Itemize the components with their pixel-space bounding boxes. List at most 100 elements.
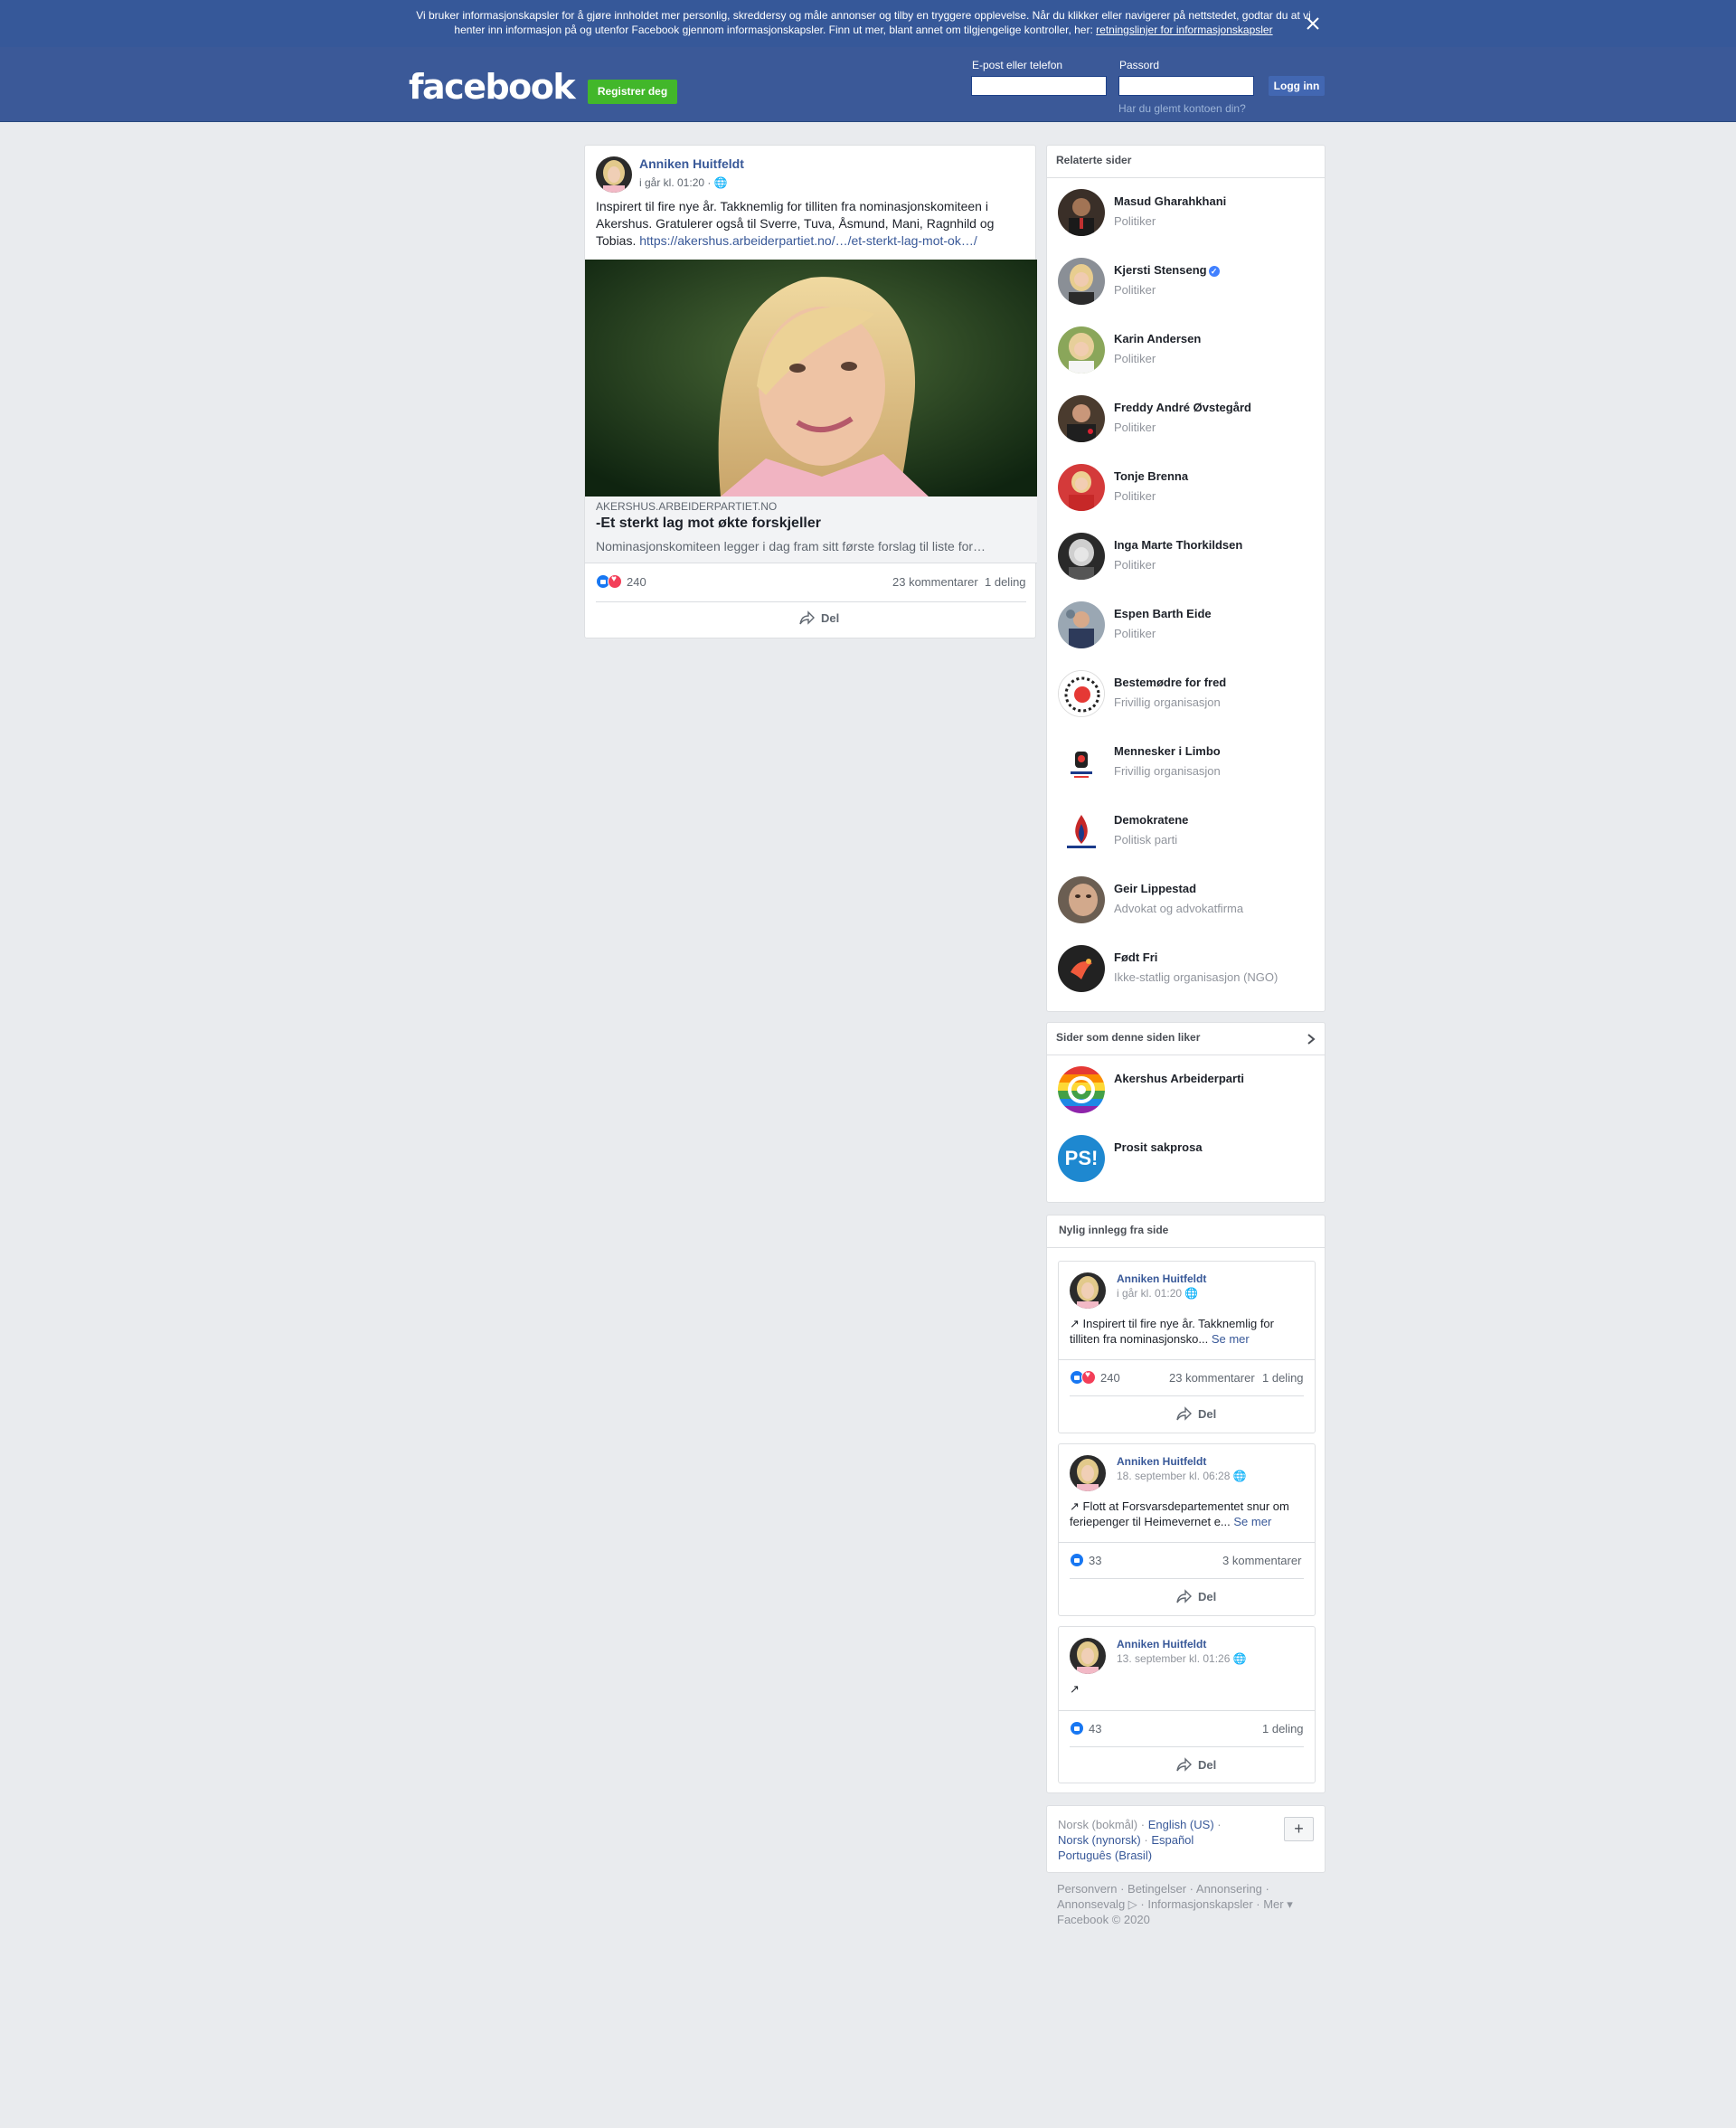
comments-count[interactable]: 23 kommentarer xyxy=(892,575,978,589)
page-avatar[interactable] xyxy=(1058,395,1105,442)
related-page-item[interactable]: Tonje Brenna Politiker xyxy=(1047,464,1326,533)
page-name[interactable]: Prosit sakprosa xyxy=(1114,1140,1203,1154)
language-link[interactable]: Norsk (nynorsk) xyxy=(1058,1833,1141,1847)
top-bar: facebook Registrer deg E-post eller tele… xyxy=(0,47,1736,122)
related-page-item[interactable]: Karin Andersen Politiker xyxy=(1047,326,1326,395)
reactions-summary[interactable]: 240 xyxy=(1070,1370,1120,1385)
share-icon xyxy=(799,610,815,625)
post-author-link[interactable]: Anniken Huitfeldt xyxy=(639,156,744,171)
page-name[interactable]: Karin Andersen xyxy=(1114,332,1201,345)
page-avatar[interactable] xyxy=(1058,464,1105,511)
related-page-item[interactable]: Inga Marte Thorkildsen Politiker xyxy=(1047,533,1326,601)
page-avatar[interactable]: PS! xyxy=(1058,1135,1105,1182)
liked-page-item[interactable]: PS! Prosit sakprosa xyxy=(1047,1135,1326,1204)
footer-line[interactable]: Annonsevalg ▷ · Informasjonskapsler · Me… xyxy=(1057,1896,1328,1912)
page-avatar[interactable] xyxy=(1058,601,1105,648)
post-author-link[interactable]: Anniken Huitfeldt xyxy=(1117,1272,1206,1285)
logo-text: PS! xyxy=(1064,1147,1099,1169)
like-reaction-icon xyxy=(1070,1553,1084,1567)
author-avatar[interactable] xyxy=(1070,1455,1106,1491)
forgot-account-link[interactable]: Har du glemt kontoen din? xyxy=(1118,102,1246,115)
page-avatar[interactable] xyxy=(1058,808,1105,855)
liked-page-item[interactable]: Akershus Arbeiderparti xyxy=(1047,1066,1326,1135)
related-page-item[interactable]: Kjersti Stenseng ✓ Politiker xyxy=(1047,258,1326,326)
related-page-item[interactable]: Freddy André Øvstegård Politiker xyxy=(1047,395,1326,464)
comments-count[interactable]: 23 kommentarer xyxy=(1169,1371,1255,1385)
page-name[interactable]: Freddy André Øvstegård xyxy=(1114,401,1251,414)
page-avatar[interactable] xyxy=(1058,739,1105,786)
page-name[interactable]: Espen Barth Eide xyxy=(1114,607,1212,620)
share-button[interactable]: Del xyxy=(1176,1406,1216,1421)
link-preview-image[interactable] xyxy=(585,260,1037,497)
post-author-link[interactable]: Anniken Huitfeldt xyxy=(1117,1455,1206,1468)
footer-line[interactable]: Personvern · Betingelser · Annonsering · xyxy=(1057,1881,1328,1896)
password-field[interactable] xyxy=(1118,76,1254,96)
share-button[interactable]: Del xyxy=(1176,1589,1216,1603)
page-avatar[interactable] xyxy=(1058,326,1105,374)
see-more-link[interactable]: Se mer xyxy=(1212,1332,1250,1346)
page-avatar[interactable] xyxy=(1058,945,1105,992)
related-page-item[interactable]: Født Fri Ikke-statlig organisasjon (NGO) xyxy=(1047,945,1326,1014)
reactions-summary[interactable]: 240 xyxy=(596,574,646,589)
related-page-item[interactable]: Espen Barth Eide Politiker xyxy=(1047,601,1326,670)
register-button[interactable]: Registrer deg xyxy=(588,80,677,104)
author-avatar[interactable] xyxy=(1070,1638,1106,1674)
close-icon[interactable] xyxy=(1302,13,1324,34)
language-link[interactable]: English (US) xyxy=(1148,1818,1214,1831)
page-name[interactable]: Mennesker i Limbo xyxy=(1114,744,1221,758)
page-name[interactable]: Masud Gharahkhani xyxy=(1114,194,1226,208)
page-name[interactable]: Akershus Arbeiderparti xyxy=(1114,1072,1244,1085)
link-preview[interactable]: AKERSHUS.ARBEIDERPARTIET.NO -Et sterkt l… xyxy=(585,497,1037,563)
page-avatar[interactable] xyxy=(1058,533,1105,580)
footer-links: Personvern · Betingelser · Annonsering ·… xyxy=(1057,1881,1328,1927)
page-avatar[interactable] xyxy=(1058,189,1105,236)
globe-icon: 🌐 xyxy=(1184,1287,1199,1300)
reactions-summary[interactable]: 43 xyxy=(1070,1721,1101,1736)
related-page-item[interactable]: Geir Lippestad Advokat og advokatfirma xyxy=(1047,876,1326,945)
page-name[interactable]: Kjersti Stenseng ✓ xyxy=(1114,263,1220,277)
post-timestamp[interactable]: i går kl. 01:20 · 🌐 xyxy=(639,176,728,189)
page-avatar[interactable] xyxy=(1058,876,1105,923)
comments-count[interactable]: 3 kommentarer xyxy=(1222,1554,1301,1567)
page-avatar[interactable] xyxy=(1058,1066,1105,1113)
more-languages-button[interactable]: + xyxy=(1284,1817,1314,1841)
see-more-link[interactable]: Se mer xyxy=(1233,1515,1271,1528)
liked-pages-title[interactable]: Sider som denne siden liker xyxy=(1047,1023,1325,1055)
related-page-item[interactable]: Masud Gharahkhani Politiker xyxy=(1047,189,1326,258)
email-label: E-post eller telefon xyxy=(972,59,1063,71)
page-name[interactable]: Født Fri xyxy=(1114,951,1157,964)
author-avatar[interactable] xyxy=(596,156,632,193)
shares-count[interactable]: 1 deling xyxy=(1262,1371,1304,1385)
post-timestamp[interactable]: i går kl. 01:20 🌐 xyxy=(1117,1287,1198,1300)
page-avatar[interactable] xyxy=(1058,258,1105,305)
post-text: Inspirert til fire nye år. Takknemlig fo… xyxy=(596,199,995,248)
link-title[interactable]: -Et sterkt lag mot økte forskjeller xyxy=(596,515,821,532)
login-button[interactable]: Logg inn xyxy=(1269,76,1325,96)
related-page-item[interactable]: Demokratene Politisk parti xyxy=(1047,808,1326,876)
post-url-link[interactable]: https://akershus.arbeiderpartiet.no/…/et… xyxy=(639,233,976,248)
related-page-item[interactable]: Mennesker i Limbo Frivillig organisasjon xyxy=(1047,739,1326,808)
share-icon xyxy=(1176,1406,1192,1421)
post-timestamp[interactable]: 18. september kl. 06:28 🌐 xyxy=(1117,1470,1247,1482)
post-timestamp[interactable]: 13. september kl. 01:26 🌐 xyxy=(1117,1652,1247,1665)
share-button[interactable]: Del xyxy=(1176,1757,1216,1772)
page-name[interactable]: Geir Lippestad xyxy=(1114,882,1196,895)
author-avatar[interactable] xyxy=(1070,1272,1106,1309)
share-button[interactable]: Del xyxy=(799,610,839,625)
facebook-logo[interactable]: facebook xyxy=(409,67,576,107)
page-name[interactable]: Demokratene xyxy=(1114,813,1188,827)
page-name[interactable]: Bestemødre for fred xyxy=(1114,676,1226,689)
page-avatar[interactable] xyxy=(1058,670,1105,717)
shares-count[interactable]: 1 deling xyxy=(985,575,1026,589)
related-page-item[interactable]: Bestemødre for fred Frivillig organisasj… xyxy=(1047,670,1326,739)
page-name[interactable]: Inga Marte Thorkildsen xyxy=(1114,538,1242,552)
language-link[interactable]: Português (Brasil) xyxy=(1058,1849,1152,1862)
reactions-summary[interactable]: 33 xyxy=(1070,1553,1101,1567)
cookie-policy-link[interactable]: retningslinjer for informasjonskapsler xyxy=(1096,24,1272,36)
post-author-link[interactable]: Anniken Huitfeldt xyxy=(1117,1638,1206,1650)
email-field[interactable] xyxy=(971,76,1107,96)
language-link[interactable]: Español xyxy=(1151,1833,1194,1847)
shares-count[interactable]: 1 deling xyxy=(1262,1722,1304,1736)
chevron-right-icon[interactable] xyxy=(1307,1034,1316,1045)
page-name[interactable]: Tonje Brenna xyxy=(1114,469,1188,483)
